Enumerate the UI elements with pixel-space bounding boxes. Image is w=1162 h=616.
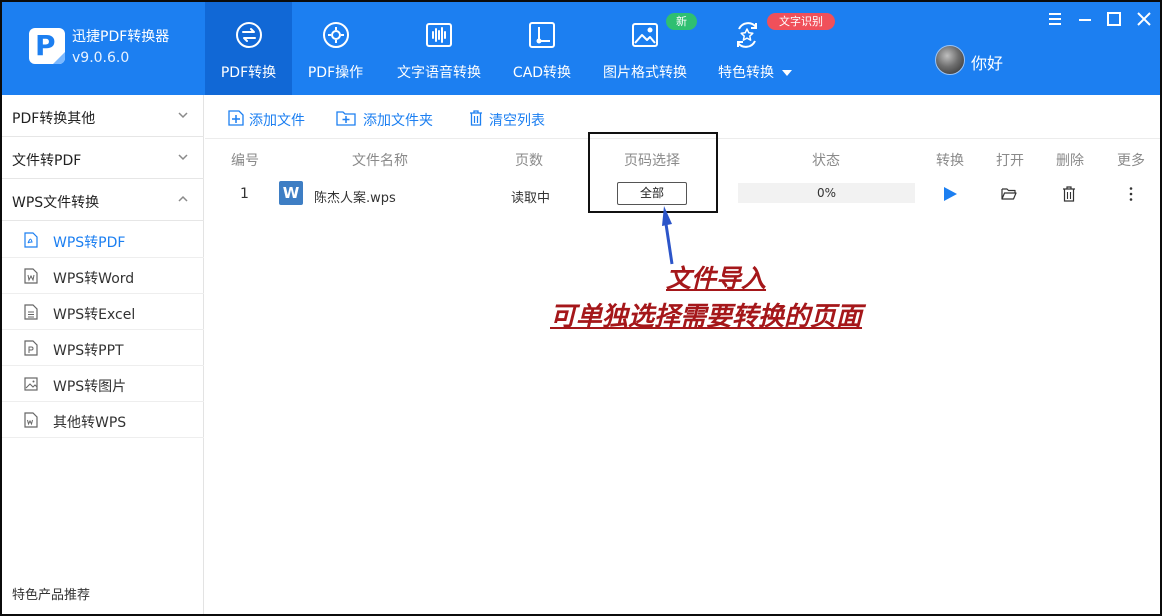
column-header-more: 更多 [1117,153,1145,169]
chevron-down-icon [178,112,188,119]
column-header-index: 编号 [231,153,259,169]
sidebar-item-wps-to-image[interactable]: WPS转图片 [2,366,204,402]
avatar[interactable] [935,45,965,75]
featured-products-label[interactable]: 特色产品推荐 [12,584,90,603]
column-header-pages: 页数 [515,153,543,169]
star-refresh-icon [737,22,757,48]
user-name[interactable]: 你好 [971,50,1003,74]
image-file-icon [24,377,38,391]
chevron-down-icon [178,154,188,161]
tab-label: CAD转换 [512,65,572,81]
word-file-icon [24,268,38,284]
audio-wave-icon [426,23,452,47]
maximize-icon[interactable] [1105,10,1123,28]
tab-label: 图片格式转换 [603,65,687,81]
pdf-file-icon [24,232,38,248]
tab-label: PDF转换 [220,65,277,81]
sidebar-group-label: 文件转PDF [12,153,82,169]
menu-icon[interactable] [1046,10,1064,28]
add-folder-button[interactable]: 添加文件夹 [336,109,456,129]
app-version: v9.0.6.0 [72,50,130,66]
app-window: P 迅捷PDF转换器 v9.0.6.0 PDF转换 PDF操作 文字语音转换 C… [0,0,1162,616]
folder-open-icon[interactable] [1000,185,1018,203]
sidebar-group-pdf-other[interactable]: PDF转换其他 [2,95,204,137]
new-badge: 新 [666,13,697,30]
wps-file-icon [24,412,38,428]
column-header-open: 打开 [996,153,1024,169]
sidebar-item-wps-to-ppt[interactable]: WPS转PPT [2,330,204,366]
word-file-icon: W [279,181,303,205]
play-icon[interactable] [941,185,959,203]
sidebar-item-other-to-wps[interactable]: 其他转WPS [2,402,204,438]
tab-label: 文字语音转换 [397,65,481,81]
ocr-badge[interactable]: 文字识别 [767,13,835,30]
close-icon[interactable] [1135,10,1153,28]
excel-file-icon [24,304,38,320]
tab-text-speech[interactable]: 文字语音转换 [379,2,499,95]
chevron-up-icon [178,195,188,202]
tab-pdf-operate[interactable]: PDF操作 [292,2,379,95]
ppt-file-icon [24,340,38,356]
add-file-button[interactable]: 添加文件 [227,109,327,129]
tab-label: PDF操作 [307,65,364,81]
sidebar-item-wps-to-word[interactable]: WPS转Word [2,258,204,294]
delete-icon[interactable] [1060,185,1078,203]
pdf-convert-icon [236,22,262,48]
chevron-down-icon [782,70,792,76]
clear-list-button[interactable]: 清空列表 [467,109,567,129]
row-index: 1 [240,186,249,202]
sidebar-group-wps-convert[interactable]: WPS文件转换 [2,179,204,221]
column-header-filename: 文件名称 [352,153,408,169]
minimize-icon[interactable] [1076,10,1094,28]
sidebar-item-wps-to-pdf[interactable]: WPS转PDF [2,222,204,258]
sidebar-group-file-to-pdf[interactable]: 文件转PDF [2,137,204,179]
row-pages: 读取中 [511,191,551,206]
sidebar: PDF转换其他 文件转PDF WPS文件转换 WPS转PDF WPS转Word [2,95,204,614]
image-icon [632,23,658,47]
column-header-convert: 转换 [936,153,964,169]
tab-label: 特色转换 [705,62,805,82]
sidebar-item-label: WPS转图片 [53,379,127,395]
column-header-status: 状态 [812,153,840,169]
sidebar-group-label: WPS文件转换 [12,195,100,211]
tab-cad-convert[interactable]: CAD转换 [499,2,585,95]
sidebar-item-wps-to-excel[interactable]: WPS转Excel [2,294,204,330]
more-icon[interactable] [1122,185,1140,203]
sidebar-item-label: 其他转WPS [53,415,127,431]
column-header-delete: 删除 [1056,153,1084,169]
tab-pdf-convert[interactable]: PDF转换 [205,2,292,95]
sidebar-group-label: PDF转换其他 [12,111,96,127]
app-name: 迅捷PDF转换器 [72,29,170,45]
annotation-title: 文件导入 [666,264,767,293]
progress-text: 0% [816,186,837,200]
cad-icon [529,22,555,48]
sidebar-item-label: WPS转PDF [53,235,126,251]
top-header: P 迅捷PDF转换器 v9.0.6.0 PDF转换 PDF操作 文字语音转换 C… [2,2,1160,95]
add-file-icon [228,110,244,126]
sidebar-item-label: WPS转Word [53,271,135,287]
trash-icon [470,110,482,126]
add-folder-icon [336,111,356,126]
sidebar-item-label: WPS转Excel [53,307,136,323]
row-filename: 陈杰人案.wps [314,191,396,206]
sidebar-item-label: WPS转PPT [53,343,124,359]
annotation-subtitle: 可单独选择需要转换的页面 [550,302,863,332]
progress-bar: 0% [738,183,915,203]
gear-circle-icon [323,22,349,48]
app-logo: P [29,28,65,64]
